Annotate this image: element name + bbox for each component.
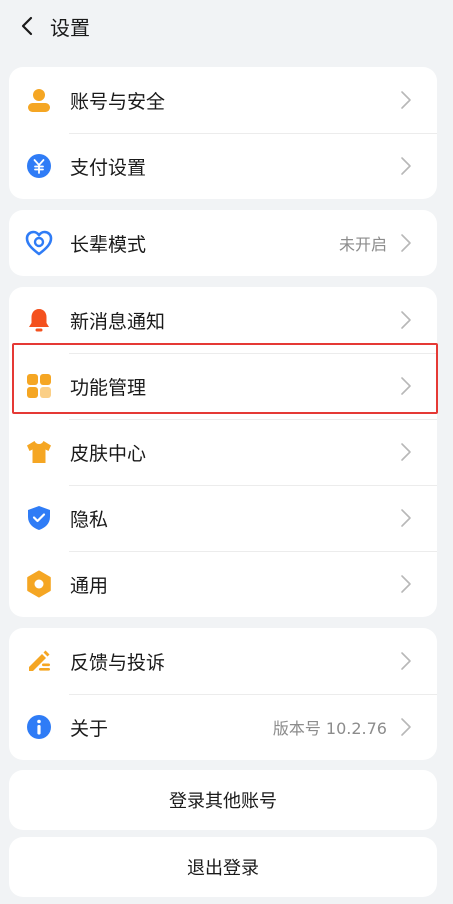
switch-account-label: 登录其他账号 [169,791,277,812]
logout-label: 退出登录 [187,858,259,879]
elder-mode-status: 未开启 [338,235,387,254]
settings-item-payment[interactable]: 支付设置 [9,133,437,199]
elder-mode-icon [24,228,54,258]
version-text: 版本号 10.2.76 [272,719,387,738]
gear-icon [24,569,54,599]
feedback-icon [24,646,54,676]
settings-item-label: 皮肤中心 [70,442,147,465]
settings-item-label: 功能管理 [70,376,147,399]
settings-item-label: 支付设置 [70,156,147,179]
back-arrow-icon [21,16,33,36]
settings-item-label: 隐私 [70,508,109,531]
header: 设置 [0,0,453,52]
settings-item-label: 新消息通知 [70,310,166,333]
settings-item-label: 通用 [70,574,109,597]
chevron-right-icon [395,375,417,397]
account-icon [24,85,54,115]
switch-account-button[interactable]: 登录其他账号 [9,770,437,830]
page-title: 设置 [50,15,90,40]
settings-item-notifications[interactable]: 新消息通知 [9,287,437,353]
bell-icon [24,305,54,335]
chevron-right-icon [395,232,417,254]
info-icon [24,712,54,742]
shield-icon [24,503,54,533]
settings-item-general[interactable]: 通用 [9,551,437,617]
settings-item-label: 长辈模式 [70,233,147,256]
chevron-right-icon [395,89,417,111]
logout-button[interactable]: 退出登录 [9,837,437,897]
chevron-right-icon [395,507,417,529]
tshirt-icon [24,437,54,467]
settings-item-label: 账号与安全 [70,90,166,113]
settings-item-label: 反馈与投诉 [70,651,166,674]
settings-item-account-security[interactable]: 账号与安全 [9,67,437,133]
settings-item-label: 关于 [70,717,109,740]
chevron-right-icon [395,573,417,595]
settings-item-skin-center[interactable]: 皮肤中心 [9,419,437,485]
settings-item-feature-management[interactable]: 功能管理 [9,353,437,419]
back-button[interactable] [8,6,48,46]
settings-item-elder-mode[interactable]: 长辈模式 未开启 [9,210,437,276]
settings-group-account: 账号与安全 支付设置 [9,67,437,199]
chevron-right-icon [395,155,417,177]
settings-item-privacy[interactable]: 隐私 [9,485,437,551]
chevron-right-icon [395,309,417,331]
settings-group-elder: 长辈模式 未开启 [9,210,437,276]
payment-icon [24,151,54,181]
settings-group-about: 反馈与投诉 关于 版本号 10.2.76 [9,628,437,760]
chevron-right-icon [395,716,417,738]
settings-item-feedback[interactable]: 反馈与投诉 [9,628,437,694]
settings-group-general: 新消息通知 功能管理 皮肤中心 隐私 通用 [9,287,437,617]
settings-item-about[interactable]: 关于 版本号 10.2.76 [9,694,437,760]
feature-grid-icon [24,371,54,401]
chevron-right-icon [395,441,417,463]
chevron-right-icon [395,650,417,672]
